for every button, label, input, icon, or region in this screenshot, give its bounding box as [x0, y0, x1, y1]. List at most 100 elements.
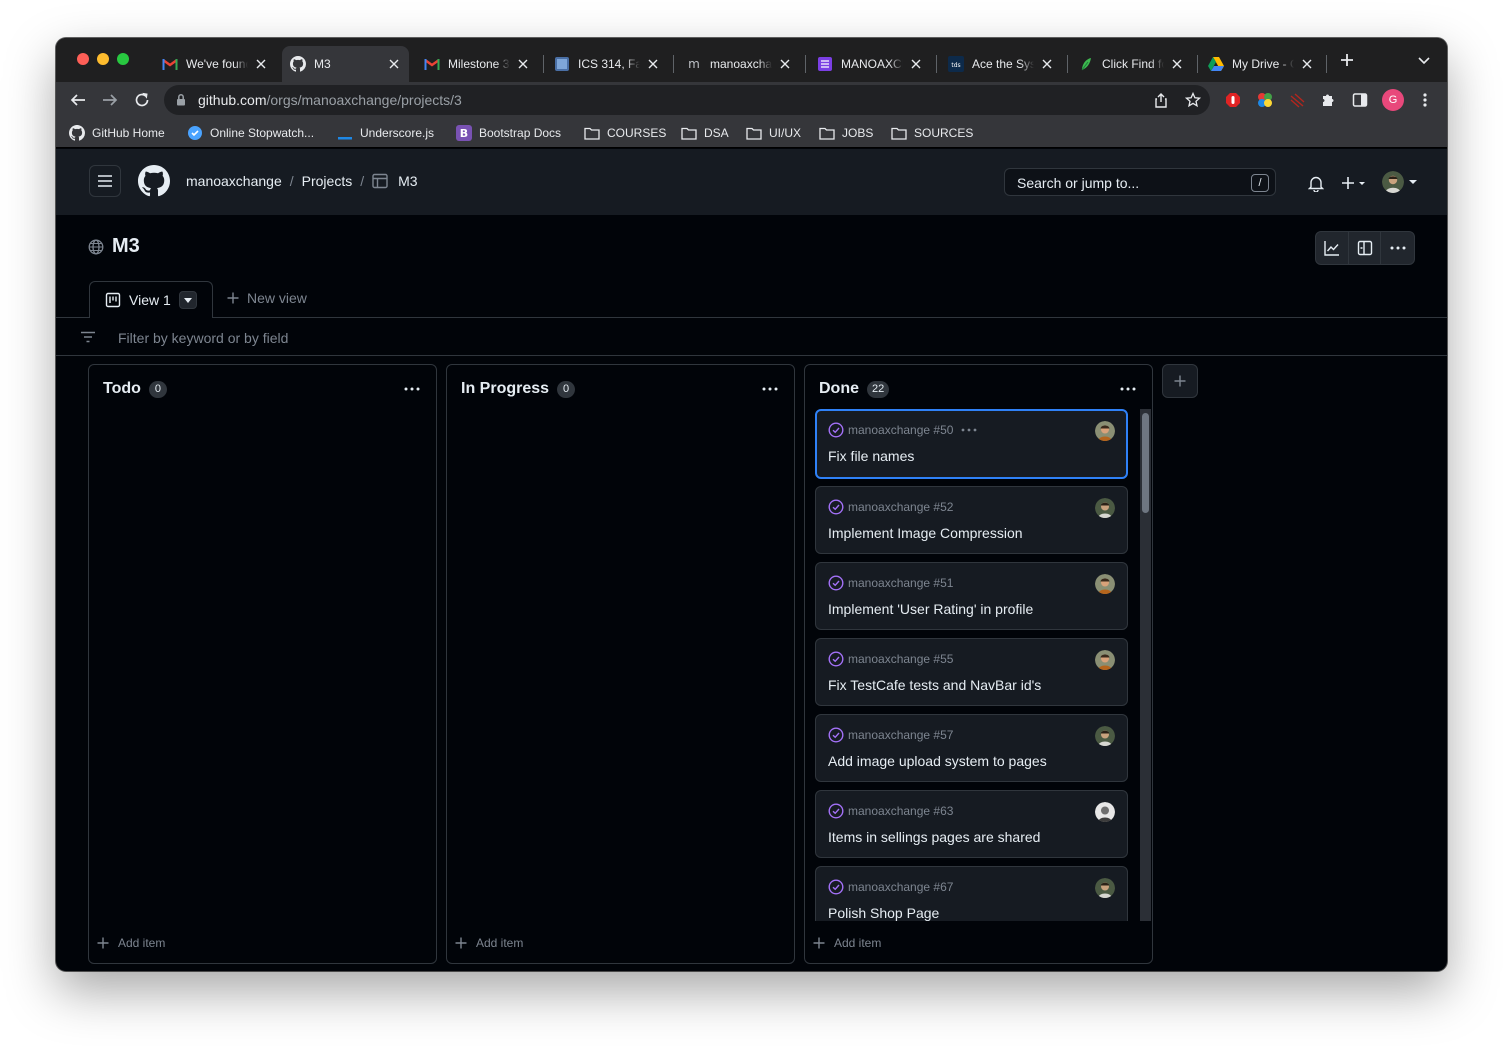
close-tab-icon[interactable]: [1170, 57, 1184, 71]
browser-tab[interactable]: We've found: [154, 46, 276, 82]
card-title[interactable]: Implement 'User Rating' in profile: [828, 601, 1033, 617]
view-tab-label: View 1: [129, 292, 171, 308]
assignee-avatar[interactable]: [1095, 878, 1115, 898]
bookmark-bootstrap-docs[interactable]: B Bootstrap Docs: [456, 123, 561, 143]
profile-avatar[interactable]: G: [1382, 89, 1404, 111]
color-picker-extension-icon[interactable]: [1256, 91, 1274, 109]
address-bar[interactable]: github.com/orgs/manoaxchange/projects/3: [164, 85, 1210, 115]
more-options-button[interactable]: [1381, 232, 1414, 264]
card-title[interactable]: Fix TestCafe tests and NavBar id's: [828, 677, 1041, 693]
bookmark-folder-sources[interactable]: SOURCES: [891, 123, 973, 143]
bookmark-underscore[interactable]: Underscore.js: [337, 123, 434, 143]
adblock-extension-icon[interactable]: [1224, 91, 1242, 109]
add-item-button[interactable]: Add item: [97, 936, 165, 950]
search-input[interactable]: Search or jump to... /: [1004, 168, 1276, 196]
board-column-done: Done 22 manoaxchange #50 Fix file names …: [804, 364, 1153, 964]
issue-card[interactable]: manoaxchange #51 Implement 'User Rating'…: [815, 562, 1128, 630]
card-more-icon[interactable]: [961, 428, 977, 432]
close-tab-icon[interactable]: [1040, 57, 1054, 71]
column-more-icon[interactable]: [1116, 379, 1140, 399]
card-title[interactable]: Polish Shop Page: [828, 905, 939, 921]
reload-icon[interactable]: [130, 88, 154, 112]
close-tab-icon[interactable]: [778, 57, 792, 71]
close-tab-icon[interactable]: [1300, 57, 1314, 71]
breadcrumb-projects-link[interactable]: Projects: [302, 173, 353, 189]
browser-tab[interactable]: Click Find fo: [1070, 46, 1192, 82]
bookmark-star-icon[interactable]: [1184, 91, 1202, 109]
column-title: Done: [819, 380, 859, 397]
assignee-avatar[interactable]: [1095, 421, 1115, 441]
browser-tab[interactable]: MANOAXCH: [809, 46, 931, 82]
tab-search-chevron-icon[interactable]: [1416, 53, 1432, 69]
browser-tab[interactable]: Milestone 3: [416, 46, 538, 82]
issue-card[interactable]: manoaxchange #50 Fix file names: [815, 409, 1128, 479]
assignee-avatar[interactable]: [1095, 650, 1115, 670]
insights-chart-button[interactable]: [1316, 232, 1349, 264]
bookmark-online-stopwatch[interactable]: Online Stopwatch...: [187, 123, 314, 143]
bookmark-folder-dsa[interactable]: DSA: [681, 123, 729, 143]
assignee-avatar[interactable]: [1095, 802, 1115, 822]
close-tab-icon[interactable]: [909, 57, 923, 71]
wave-extension-icon[interactable]: [1288, 91, 1306, 109]
browser-tab[interactable]: My Drive - G: [1200, 46, 1322, 82]
hamburger-menu-icon[interactable]: [89, 165, 121, 197]
view-options-dropdown[interactable]: [178, 291, 197, 309]
github-logo-icon[interactable]: [138, 165, 170, 197]
globe-icon: [88, 239, 104, 255]
close-tab-icon[interactable]: [387, 57, 401, 71]
scrollbar-thumb[interactable]: [1142, 413, 1149, 513]
add-item-button[interactable]: Add item: [455, 936, 523, 950]
browser-tab-active[interactable]: M3: [282, 46, 409, 82]
assignee-avatar[interactable]: [1095, 574, 1115, 594]
card-title[interactable]: Implement Image Compression: [828, 525, 1023, 541]
issue-card[interactable]: manoaxchange #63 Items in sellings pages…: [815, 790, 1128, 858]
browser-tab[interactable]: ICS 314, Fal: [546, 46, 668, 82]
column-more-icon[interactable]: [400, 379, 424, 399]
plus-icon: [455, 937, 467, 949]
browser-tab[interactable]: m manoaxchan: [678, 46, 800, 82]
browser-tab[interactable]: tds Ace the Sys: [940, 46, 1062, 82]
issue-card[interactable]: manoaxchange #55 Fix TestCafe tests and …: [815, 638, 1128, 706]
side-panel-toggle-button[interactable]: [1349, 232, 1382, 264]
card-title[interactable]: Add image upload system to pages: [828, 753, 1047, 769]
side-panel-icon[interactable]: [1351, 91, 1369, 109]
column-scrollbar[interactable]: [1140, 409, 1151, 921]
bookmark-folder-jobs[interactable]: JOBS: [819, 123, 873, 143]
issue-card[interactable]: manoaxchange #67 Polish Shop Page: [815, 866, 1128, 921]
issue-card[interactable]: manoaxchange #57 Add image upload system…: [815, 714, 1128, 782]
bookmark-folder-uiux[interactable]: UI/UX: [746, 123, 801, 143]
breadcrumb-project-link[interactable]: M3: [398, 173, 417, 189]
card-title[interactable]: Items in sellings pages are shared: [828, 829, 1040, 845]
new-view-button[interactable]: New view: [227, 290, 307, 306]
add-column-button[interactable]: [1162, 364, 1198, 398]
breadcrumb-org-link[interactable]: manoaxchange: [186, 173, 282, 189]
extensions-puzzle-icon[interactable]: [1319, 91, 1337, 109]
card-title[interactable]: Fix file names: [828, 448, 914, 464]
url-path: /orgs/manoaxchange/projects/3: [266, 92, 462, 108]
forward-arrow-icon[interactable]: [98, 88, 122, 112]
bookmark-folder-courses[interactable]: COURSES: [584, 123, 666, 143]
maximize-window-button[interactable]: [117, 53, 129, 65]
close-window-button[interactable]: [77, 53, 89, 65]
notification-bell-icon[interactable]: [1306, 173, 1326, 193]
user-avatar: [1382, 171, 1404, 193]
share-icon[interactable]: [1152, 91, 1170, 109]
close-tab-icon[interactable]: [646, 57, 660, 71]
filter-input[interactable]: Filter by keyword or by field: [56, 318, 1447, 356]
issue-card[interactable]: manoaxchange #52 Implement Image Compres…: [815, 486, 1128, 554]
m-icon: m: [686, 56, 702, 72]
user-menu[interactable]: [1381, 170, 1419, 194]
bookmark-github-home[interactable]: GitHub Home: [69, 123, 165, 143]
new-tab-icon[interactable]: [1338, 51, 1356, 69]
create-new-plus-icon[interactable]: [1340, 173, 1368, 193]
minimize-window-button[interactable]: [97, 53, 109, 65]
assignee-avatar[interactable]: [1095, 498, 1115, 518]
back-arrow-icon[interactable]: [66, 88, 90, 112]
tab-view-1[interactable]: View 1: [89, 281, 213, 318]
close-tab-icon[interactable]: [254, 57, 268, 71]
assignee-avatar[interactable]: [1095, 726, 1115, 746]
add-item-button[interactable]: Add item: [813, 936, 881, 950]
column-more-icon[interactable]: [758, 379, 782, 399]
close-tab-icon[interactable]: [516, 57, 530, 71]
browser-menu-icon[interactable]: [1416, 91, 1434, 109]
